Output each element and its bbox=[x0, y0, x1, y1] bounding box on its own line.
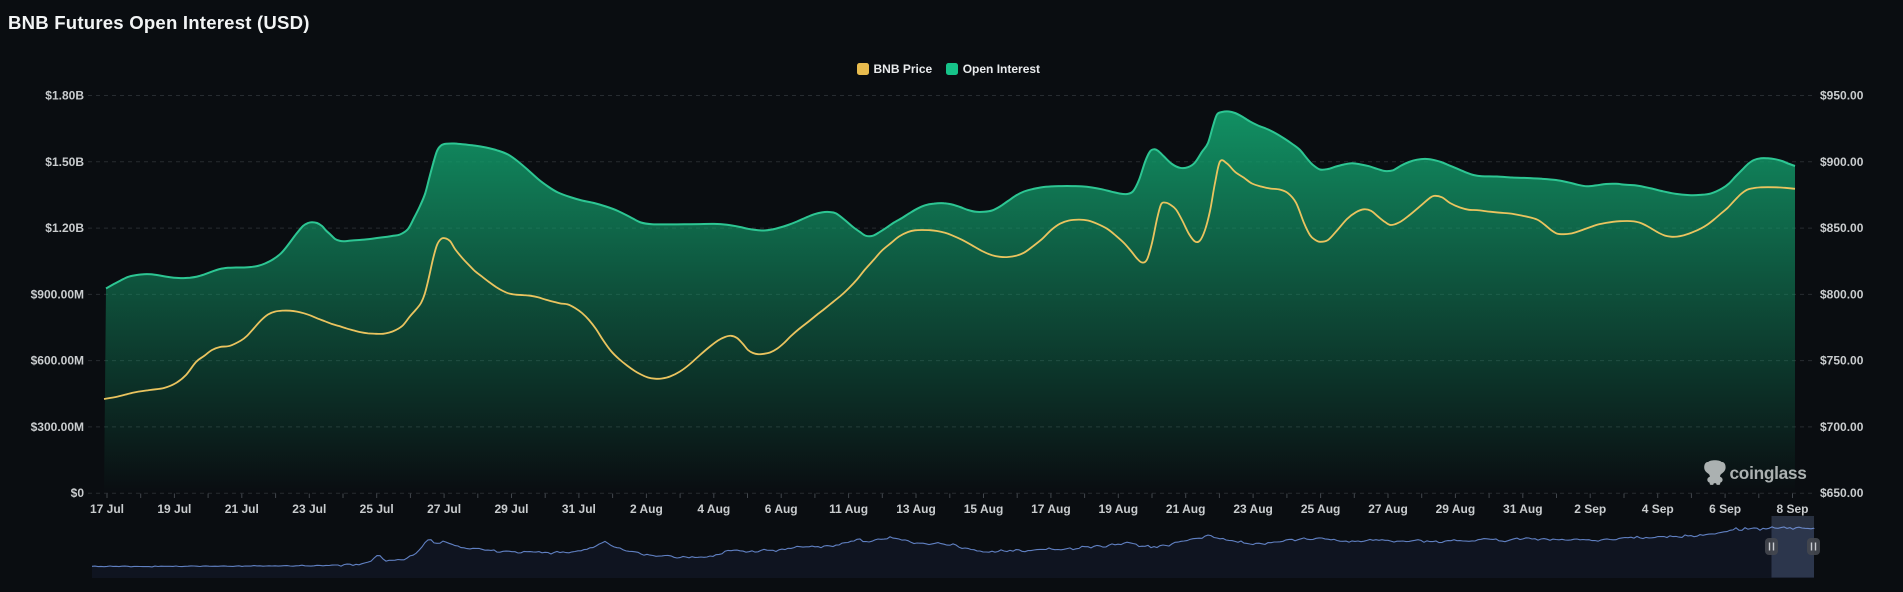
svg-text:$1.50B: $1.50B bbox=[45, 155, 84, 169]
svg-text:27 Aug: 27 Aug bbox=[1368, 502, 1408, 516]
svg-text:$700.00: $700.00 bbox=[1820, 420, 1864, 434]
svg-text:$1.20B: $1.20B bbox=[45, 221, 84, 235]
svg-text:$750.00: $750.00 bbox=[1820, 354, 1864, 368]
svg-text:$900.00M: $900.00M bbox=[31, 287, 84, 301]
svg-text:21 Jul: 21 Jul bbox=[225, 502, 259, 516]
svg-text:27 Jul: 27 Jul bbox=[427, 502, 461, 516]
svg-text:19 Jul: 19 Jul bbox=[157, 502, 191, 516]
svg-text:25 Jul: 25 Jul bbox=[360, 502, 394, 516]
svg-text:4 Sep: 4 Sep bbox=[1642, 502, 1674, 516]
svg-text:31 Jul: 31 Jul bbox=[562, 502, 596, 516]
svg-text:29 Aug: 29 Aug bbox=[1436, 502, 1476, 516]
svg-text:17 Aug: 17 Aug bbox=[1031, 502, 1071, 516]
svg-text:$600.00M: $600.00M bbox=[31, 354, 84, 368]
svg-text:$850.00: $850.00 bbox=[1820, 221, 1864, 235]
svg-text:coinglass: coinglass bbox=[1730, 463, 1807, 483]
svg-text:31 Aug: 31 Aug bbox=[1503, 502, 1543, 516]
svg-text:8 Sep: 8 Sep bbox=[1776, 502, 1808, 516]
svg-text:$900.00: $900.00 bbox=[1820, 155, 1864, 169]
svg-text:6 Sep: 6 Sep bbox=[1709, 502, 1741, 516]
svg-text:$800.00: $800.00 bbox=[1820, 287, 1864, 301]
svg-text:$950.00: $950.00 bbox=[1820, 89, 1864, 103]
svg-text:25 Aug: 25 Aug bbox=[1301, 502, 1341, 516]
svg-text:23 Jul: 23 Jul bbox=[292, 502, 326, 516]
svg-text:$650.00: $650.00 bbox=[1820, 486, 1864, 500]
svg-text:21 Aug: 21 Aug bbox=[1166, 502, 1206, 516]
svg-text:23 Aug: 23 Aug bbox=[1233, 502, 1273, 516]
svg-text:4 Aug: 4 Aug bbox=[697, 502, 730, 516]
svg-text:2 Aug: 2 Aug bbox=[630, 502, 663, 516]
svg-text:2 Sep: 2 Sep bbox=[1574, 502, 1606, 516]
svg-text:$300.00M: $300.00M bbox=[31, 420, 84, 434]
svg-text:15 Aug: 15 Aug bbox=[964, 502, 1004, 516]
svg-text:11 Aug: 11 Aug bbox=[829, 502, 868, 516]
svg-text:$0: $0 bbox=[71, 486, 85, 500]
svg-text:29 Jul: 29 Jul bbox=[494, 502, 528, 516]
svg-text:6 Aug: 6 Aug bbox=[765, 502, 798, 516]
svg-text:17 Jul: 17 Jul bbox=[90, 502, 124, 516]
svg-text:19 Aug: 19 Aug bbox=[1099, 502, 1139, 516]
svg-text:$1.80B: $1.80B bbox=[45, 89, 84, 103]
svg-text:13 Aug: 13 Aug bbox=[896, 502, 936, 516]
